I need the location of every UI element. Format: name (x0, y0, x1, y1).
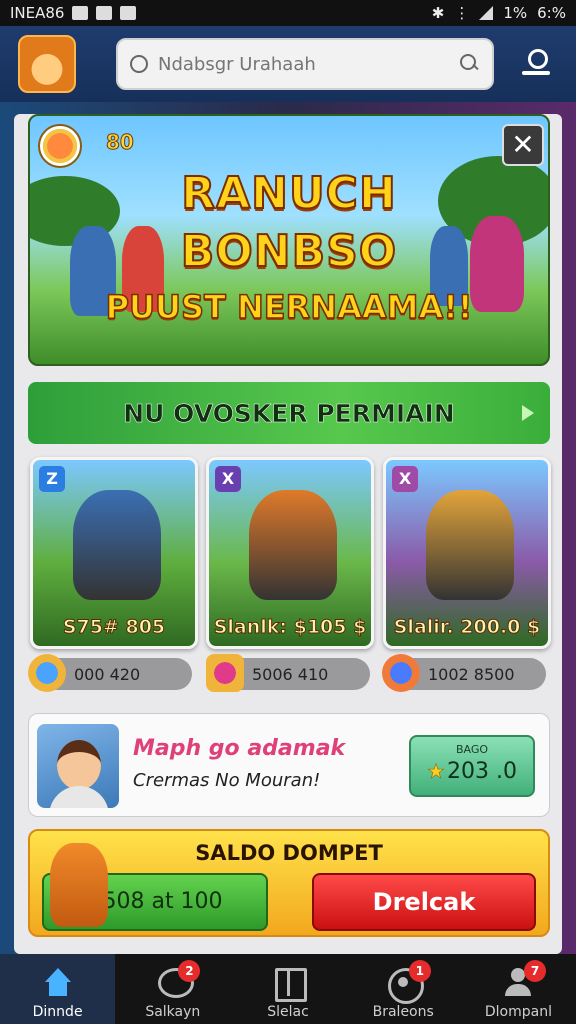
nav-label: Braleons (372, 1004, 434, 1020)
search-bar[interactable] (116, 38, 494, 90)
notification-badge: 2 (178, 960, 201, 982)
wallet-panel: SALDO DOMPET A508 at 100 Drelcak (28, 829, 550, 937)
nav-label: Dinnde (32, 1004, 83, 1020)
notification-badge: 1 (408, 960, 431, 982)
game-character-art (249, 490, 337, 600)
clock: 6:% (537, 4, 566, 22)
nav-item-shield[interactable]: 1 Braleons (346, 954, 461, 1024)
nav-item-profile[interactable]: 7 Dlompanl (461, 954, 576, 1024)
message-icon (120, 6, 137, 20)
close-banner-button[interactable]: ✕ (502, 124, 544, 166)
profile-face (57, 740, 101, 790)
play-arrow-icon (522, 405, 534, 421)
mail-icon (96, 6, 113, 20)
game-stat-pill: 1002 8500 (382, 654, 546, 692)
nav-item-home[interactable]: Dinnde (0, 954, 116, 1024)
battery-level: 1% (503, 4, 528, 22)
nav-item-book[interactable]: Slelac (230, 954, 345, 1024)
search-input[interactable] (158, 53, 450, 75)
hero-title-line1: RANUCH (180, 167, 397, 220)
profile-name: Maph go adamak (133, 736, 346, 761)
profile-photo (37, 724, 119, 808)
game-stat-value: 1002 8500 (428, 664, 515, 684)
nav-label: Salkayn (145, 1004, 201, 1020)
game-price: Slalir. 200.0 $ (393, 616, 541, 639)
game-stat-value: 5006 410 (252, 664, 329, 684)
wallet-title: SALDO DOMPET (195, 841, 383, 865)
signal-icon (479, 6, 494, 20)
reward-button[interactable]: BAGO ★203 .0 (409, 735, 535, 797)
game-stat-pill: 5006 410 (206, 654, 370, 692)
coin-icon (382, 654, 420, 692)
game-tag-icon: X (392, 466, 418, 492)
status-bar: INEA86 ✱ ⋮ 1% 6:% (0, 0, 576, 26)
hero-score: 80 (106, 130, 135, 155)
nav-label: Dlompanl (484, 1004, 552, 1020)
profile-avatar[interactable] (18, 35, 76, 93)
new-games-label: NU OVOSKER PERMIAIN (123, 398, 455, 428)
app-header (0, 26, 576, 102)
promo-banner[interactable]: 80 ✕ RANUCH BONBSO PUUST NERNAAMA!! (28, 114, 550, 366)
game-price: S75# 805 (62, 616, 166, 639)
new-games-banner[interactable]: NU OVOSKER PERMIAIN (28, 382, 550, 444)
search-mode-icon (130, 55, 148, 73)
profile-card[interactable]: Maph go adamak Crermas No Mouran! BAGO ★… (28, 713, 550, 817)
game-card[interactable]: X Slalir. 200.0 $ (383, 457, 551, 649)
game-character-art (73, 490, 161, 600)
reward-value-row: ★203 .0 (411, 759, 533, 784)
coin-icon (28, 654, 66, 692)
account-icon[interactable] (520, 47, 552, 81)
game-character-art (426, 490, 514, 600)
hero-title-line2: BONBSO (180, 225, 398, 278)
game-price: Slanlk: $105 $ (213, 616, 367, 639)
book-icon (271, 968, 307, 1002)
game-card[interactable]: X Slanlk: $105 $ (206, 457, 374, 649)
hero-subtitle: PUUST NERNAAMA!! (105, 287, 473, 327)
withdraw-button[interactable]: Drelcak (312, 873, 536, 931)
bottom-navigation: Dinnde 2 Salkayn Slelac 1 Braleons 7 Dlo… (0, 954, 576, 1024)
search-icon[interactable] (460, 54, 480, 74)
star-icon: ★ (427, 759, 445, 784)
vibrate-icon: ⋮ (454, 4, 470, 22)
reward-value: 203 .0 (446, 759, 517, 784)
status-carrier: INEA86 (10, 4, 65, 22)
profile-subtitle: Crermas No Mouran! (133, 770, 321, 791)
reward-label: BAGO (455, 743, 489, 756)
game-card[interactable]: Z S75# 805 (30, 457, 198, 649)
nav-item-chat[interactable]: 2 Salkayn (115, 954, 230, 1024)
game-tag-icon: Z (39, 466, 65, 492)
home-icon (41, 968, 75, 998)
profile-body (49, 786, 109, 808)
notification-icon (72, 6, 89, 20)
notification-badge: 7 (524, 960, 547, 982)
compass-icon[interactable] (38, 124, 82, 168)
game-stat-pill: 000 420 (28, 654, 192, 692)
mascot-art (50, 843, 108, 927)
game-tag-icon: X (215, 466, 241, 492)
gem-icon (206, 654, 244, 692)
bluetooth-icon: ✱ (431, 4, 445, 22)
nav-label: Slelac (267, 1004, 309, 1020)
game-stat-value: 000 420 (74, 664, 141, 684)
